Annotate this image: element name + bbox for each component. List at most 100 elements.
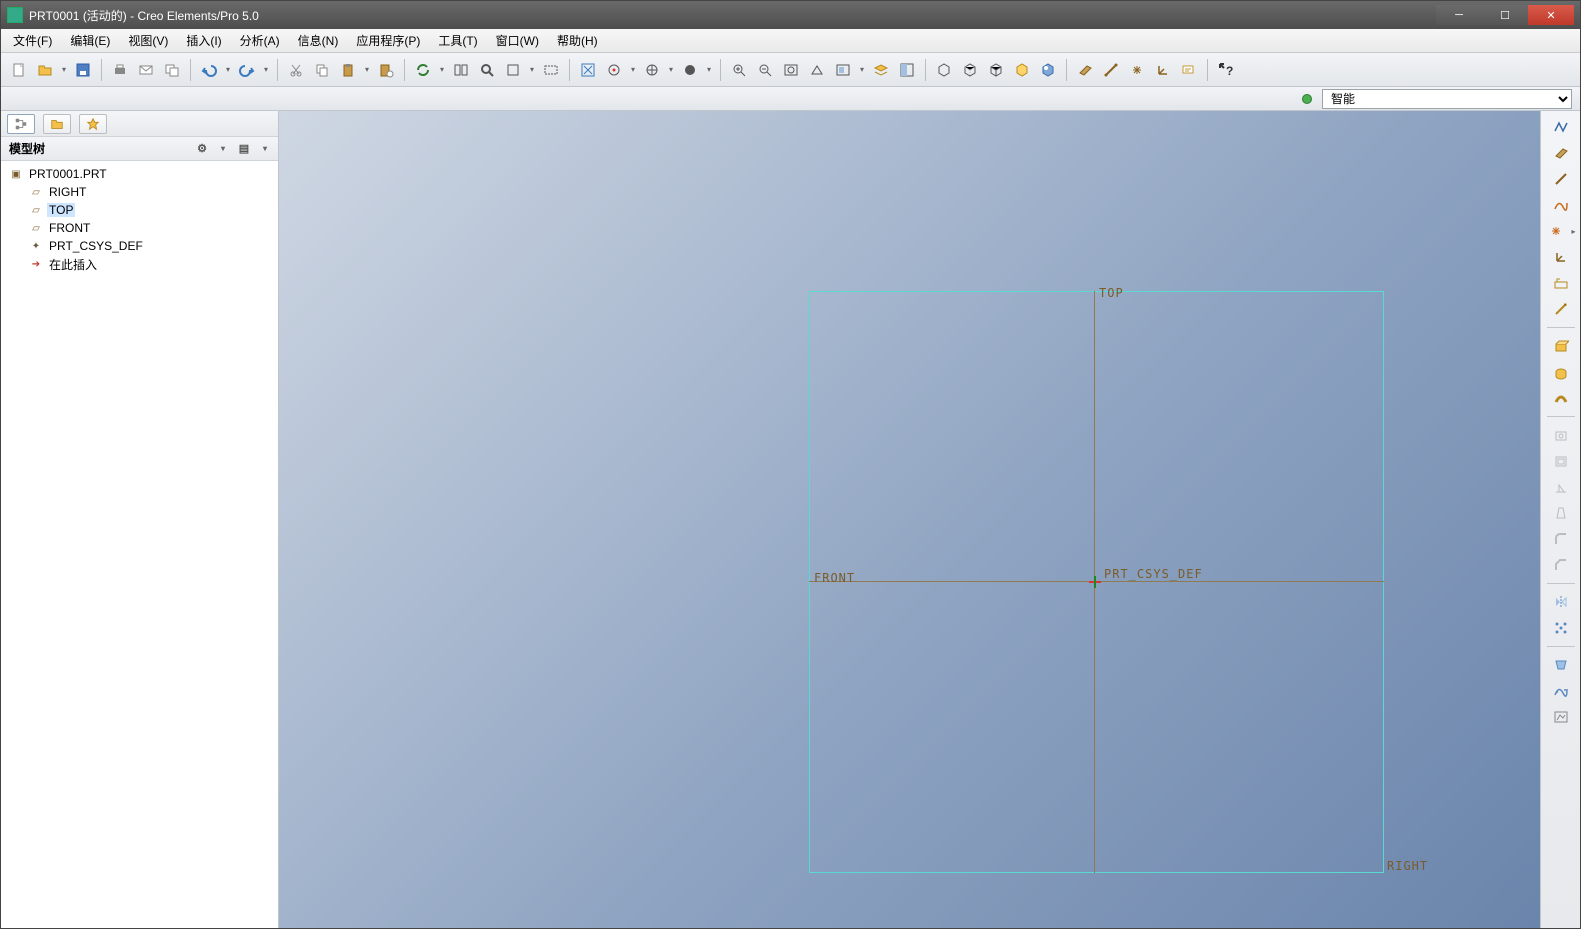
copy-object-button[interactable] (160, 58, 184, 82)
regen-button[interactable] (411, 58, 435, 82)
menu-app[interactable]: 应用程序(P) (348, 29, 428, 52)
chamfer-button[interactable] (1548, 553, 1574, 577)
view-manager-button[interactable] (640, 58, 664, 82)
regen-dropdown[interactable]: ▾ (437, 58, 447, 82)
selection-filter-button[interactable] (501, 58, 525, 82)
hole-button[interactable] (1548, 423, 1574, 447)
sidebar-tab-favorites[interactable] (79, 114, 107, 134)
tree-settings-button[interactable]: ⚙ (192, 140, 212, 158)
sidebar-tab-model-tree[interactable] (7, 114, 35, 134)
datum-plane-toggle[interactable] (1073, 58, 1097, 82)
zoom-fit-button[interactable] (779, 58, 803, 82)
undo-dropdown[interactable]: ▾ (223, 58, 233, 82)
tree-show-dropdown[interactable]: ▾ (260, 144, 270, 153)
spin-center-button[interactable] (602, 58, 626, 82)
sidebar-tab-folder[interactable] (43, 114, 71, 134)
open-button[interactable] (33, 58, 57, 82)
selection-dropdown[interactable]: ▾ (527, 58, 537, 82)
menu-insert[interactable]: 插入(I) (178, 29, 229, 52)
shell-button[interactable] (1548, 449, 1574, 473)
context-help-button[interactable]: ? (1214, 58, 1238, 82)
datum-curve-button[interactable] (1548, 193, 1574, 217)
paste-button[interactable] (336, 58, 360, 82)
sketch-line-button[interactable] (1548, 115, 1574, 139)
find-button[interactable] (475, 58, 499, 82)
close-button[interactable]: ✕ (1528, 5, 1574, 25)
style-button[interactable] (1548, 679, 1574, 703)
redo-button[interactable] (235, 58, 259, 82)
save-button[interactable] (71, 58, 95, 82)
datum-csys-toggle[interactable] (1151, 58, 1175, 82)
render-setup-button[interactable] (1548, 705, 1574, 729)
extrude-button[interactable] (1548, 334, 1574, 358)
tree-show-button[interactable]: ▤ (234, 140, 254, 158)
layers-button[interactable] (869, 58, 893, 82)
menu-tools[interactable]: 工具(T) (430, 29, 485, 52)
tree-settings-dropdown[interactable]: ▾ (218, 144, 228, 153)
rib-button[interactable] (1548, 475, 1574, 499)
spin-dropdown[interactable]: ▾ (628, 58, 638, 82)
annotation-toggle[interactable] (1177, 58, 1201, 82)
round-button[interactable] (1548, 527, 1574, 551)
reorient-button[interactable] (805, 58, 829, 82)
tree-node-front[interactable]: ▱ FRONT (1, 219, 278, 237)
datum-csys-button[interactable] (1548, 245, 1574, 269)
view-manager-dropdown[interactable]: ▾ (666, 58, 676, 82)
graphics-area[interactable]: TOP FRONT PRT_CSYS_DEF RIGHT (279, 111, 1540, 928)
model-tree[interactable]: ▣ PRT0001.PRT ▱ RIGHT ▱ TOP ▱ FRONT ✦ (1, 161, 278, 928)
regen-manager-button[interactable] (449, 58, 473, 82)
view-mode-button[interactable] (895, 58, 919, 82)
sketch-tool-button[interactable] (1548, 297, 1574, 321)
datum-axis-toggle[interactable] (1099, 58, 1123, 82)
mail-button[interactable] (134, 58, 158, 82)
copy-button[interactable] (310, 58, 334, 82)
rectangle-select-button[interactable] (539, 58, 563, 82)
no-hidden-button[interactable] (984, 58, 1008, 82)
saved-view-button[interactable] (831, 58, 855, 82)
menu-help[interactable]: 帮助(H) (549, 29, 606, 52)
datum-plane-button[interactable] (1548, 141, 1574, 165)
menu-file[interactable]: 文件(F) (5, 29, 60, 52)
menu-info[interactable]: 信息(N) (290, 29, 347, 52)
revolve-button[interactable] (1548, 360, 1574, 384)
shaded-button[interactable] (1010, 58, 1034, 82)
datum-point-button[interactable] (1543, 219, 1569, 243)
boundary-blend-button[interactable] (1548, 653, 1574, 677)
redo-dropdown[interactable]: ▾ (261, 58, 271, 82)
zoom-in-button[interactable] (727, 58, 751, 82)
print-button[interactable] (108, 58, 132, 82)
pattern-button[interactable] (1548, 616, 1574, 640)
datum-axis-button[interactable] (1548, 167, 1574, 191)
shade-button[interactable] (678, 58, 702, 82)
paste-special-button[interactable] (374, 58, 398, 82)
tree-node-top[interactable]: ▱ TOP (1, 201, 278, 219)
enhanced-button[interactable] (1036, 58, 1060, 82)
hidden-line-button[interactable] (958, 58, 982, 82)
mirror-button[interactable] (1548, 590, 1574, 614)
shade-dropdown[interactable]: ▾ (704, 58, 714, 82)
draft-button[interactable] (1548, 501, 1574, 525)
new-button[interactable] (7, 58, 31, 82)
menu-analysis[interactable]: 分析(A) (232, 29, 288, 52)
sweep-button[interactable] (1548, 386, 1574, 410)
undo-button[interactable] (197, 58, 221, 82)
maximize-button[interactable]: ☐ (1482, 5, 1528, 25)
open-dropdown[interactable]: ▾ (59, 58, 69, 82)
menu-window[interactable]: 窗口(W) (488, 29, 547, 52)
saved-view-dropdown[interactable]: ▾ (857, 58, 867, 82)
zoom-out-button[interactable] (753, 58, 777, 82)
repaint-button[interactable] (576, 58, 600, 82)
menu-edit[interactable]: 编辑(E) (62, 29, 118, 52)
tree-node-insert-here[interactable]: ➔ 在此插入 (1, 255, 278, 273)
datum-point-dropdown[interactable]: ▸ (1569, 227, 1579, 236)
cut-button[interactable] (284, 58, 308, 82)
paste-dropdown[interactable]: ▾ (362, 58, 372, 82)
tree-root[interactable]: ▣ PRT0001.PRT (1, 165, 278, 183)
tree-node-right[interactable]: ▱ RIGHT (1, 183, 278, 201)
wireframe-button[interactable] (932, 58, 956, 82)
tree-node-csys[interactable]: ✦ PRT_CSYS_DEF (1, 237, 278, 255)
menu-view[interactable]: 视图(V) (120, 29, 176, 52)
datum-point-toggle[interactable] (1125, 58, 1149, 82)
minimize-button[interactable]: ─ (1436, 5, 1482, 25)
sketch-button[interactable] (1548, 271, 1574, 295)
